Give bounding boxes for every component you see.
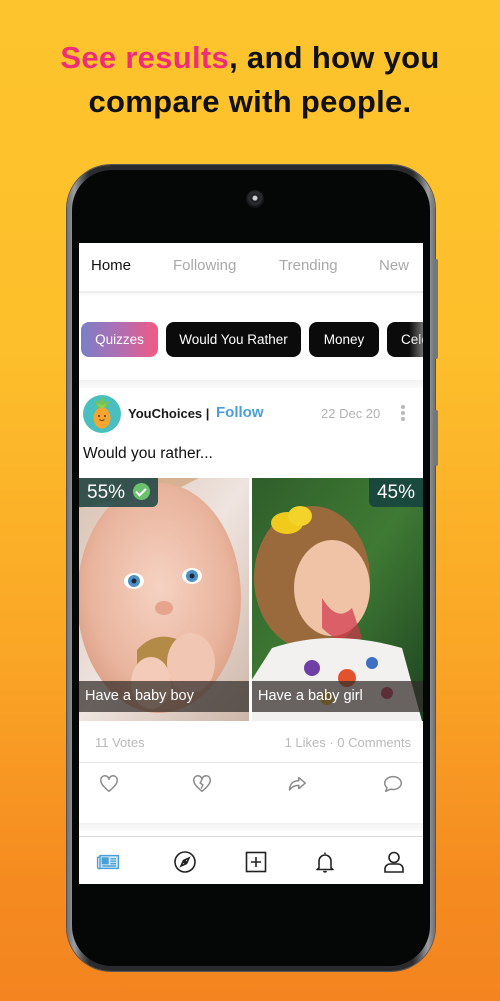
heart-icon[interactable]	[98, 773, 120, 795]
app-screen: Home Following Trending New Quizzes Woul…	[79, 243, 423, 884]
volume-button	[434, 259, 438, 359]
choice-label: Have a baby boy	[79, 681, 249, 712]
add-icon[interactable]	[244, 850, 268, 874]
post-actions	[79, 773, 423, 799]
percent-badge: 55%	[79, 478, 159, 507]
card-separator	[79, 823, 423, 831]
feed-tabs: Home Following Trending New	[79, 243, 423, 293]
tab-following[interactable]: Following	[173, 257, 236, 274]
category-chips: Quizzes Would You Rather Money Cele	[81, 322, 423, 357]
choice-option-2[interactable]: 45% Have a baby girl	[252, 478, 423, 721]
percent-value: 45%	[376, 482, 415, 503]
headline-rest: , and how you	[229, 40, 440, 75]
likes-comments-count[interactable]: 1 Likes · 0 Comments	[285, 735, 411, 750]
post-header: YouChoices | Follow 22 Dec 20	[79, 393, 423, 437]
follow-button[interactable]: Follow	[216, 404, 264, 421]
share-icon[interactable]	[286, 773, 308, 795]
bell-icon[interactable]	[313, 850, 337, 874]
bottom-nav	[79, 836, 423, 884]
choice-label: Have a baby girl	[252, 681, 423, 712]
broken-heart-icon[interactable]	[191, 773, 213, 795]
author-name[interactable]: YouChoices |	[128, 406, 209, 421]
vote-count: 11 Votes	[95, 735, 145, 750]
profile-icon[interactable]	[382, 850, 406, 874]
tab-trending[interactable]: Trending	[279, 257, 338, 274]
headline-line-1: See results, and how you	[0, 36, 500, 80]
card-separator	[79, 380, 423, 388]
chip-would-you-rather[interactable]: Would You Rather	[166, 322, 301, 357]
chips-scroll-fade	[409, 322, 423, 357]
comment-icon[interactable]	[382, 773, 404, 795]
avatar[interactable]	[83, 395, 121, 433]
post-date: 22 Dec 20	[321, 406, 381, 421]
percent-badge: 45%	[368, 478, 423, 507]
chip-quizzes[interactable]: Quizzes	[81, 322, 158, 357]
post-question: Would you rather...	[83, 445, 213, 462]
choice-option-1[interactable]: 55% Have a baby boy	[79, 478, 249, 721]
front-camera-icon	[246, 190, 264, 208]
tab-new[interactable]: New	[379, 257, 409, 274]
winner-check-icon	[133, 483, 151, 500]
promo-headline: See results, and how you compare with pe…	[0, 36, 500, 124]
stats-divider	[79, 762, 423, 763]
headline-accent: See results	[60, 40, 230, 75]
explore-icon[interactable]	[173, 850, 197, 874]
power-button	[434, 410, 438, 466]
percent-value: 55%	[87, 482, 126, 503]
headline-line-2: compare with people.	[88, 84, 412, 119]
feed-icon[interactable]	[96, 850, 126, 874]
tab-home[interactable]: Home	[91, 257, 131, 274]
chip-money[interactable]: Money	[309, 322, 379, 357]
more-options-icon[interactable]	[399, 405, 407, 423]
pineapple-icon	[93, 396, 111, 429]
